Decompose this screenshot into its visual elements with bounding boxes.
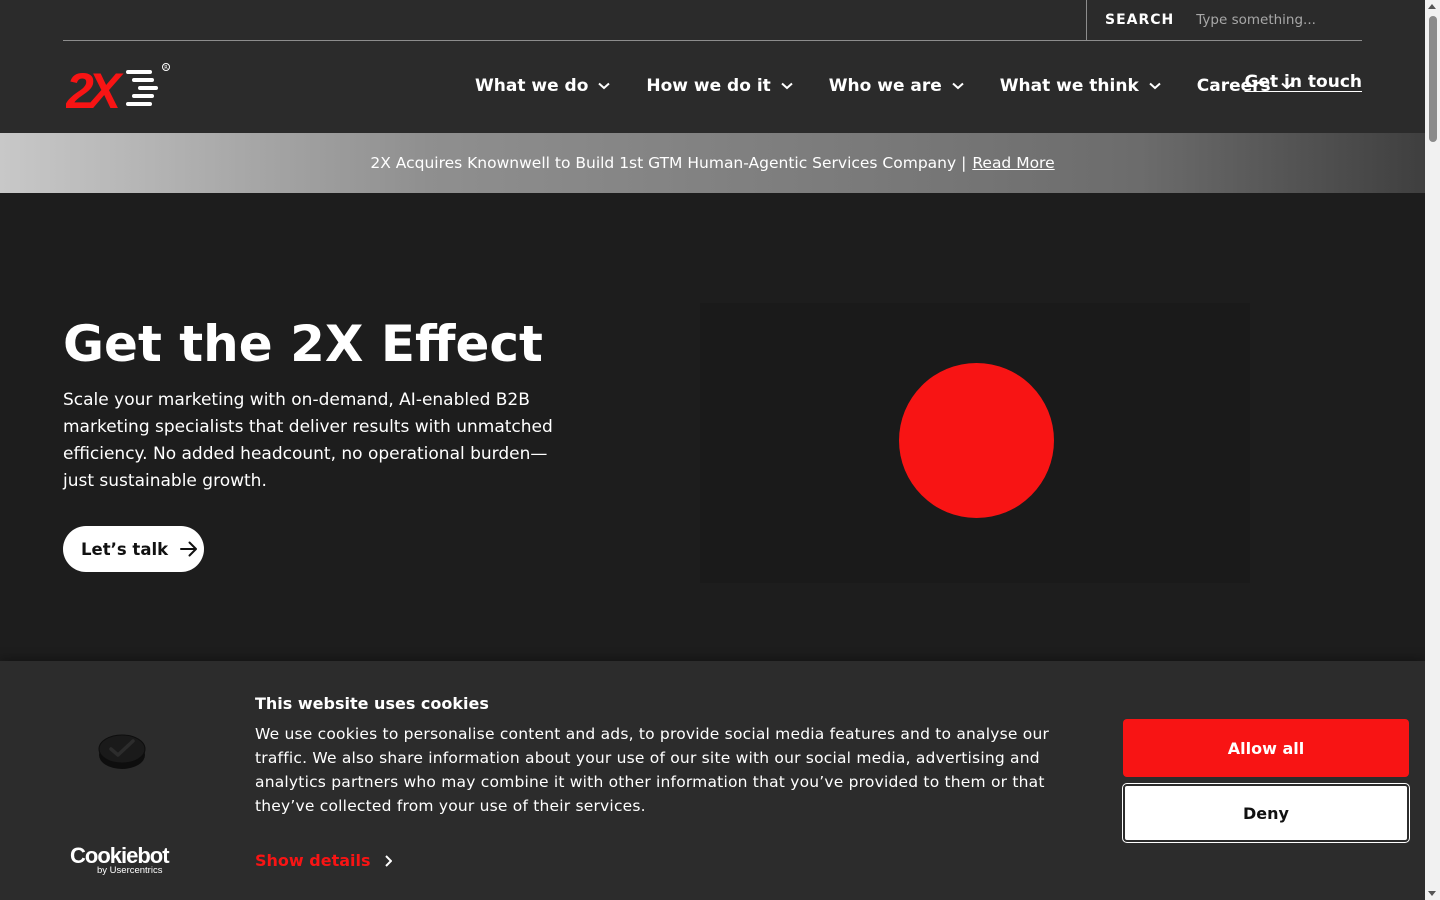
svg-text:R: R xyxy=(164,65,168,71)
chevron-right-icon xyxy=(384,854,392,867)
chevron-down-icon xyxy=(598,82,611,90)
nav-item-what-we-do[interactable]: What we do xyxy=(475,76,611,96)
read-more-link[interactable]: Read More xyxy=(972,154,1054,172)
nav-item-how-we-do-it[interactable]: How we do it xyxy=(646,76,793,96)
scroll-thumb[interactable] xyxy=(1429,16,1437,142)
cookie-body: We use cookies to personalise content an… xyxy=(255,725,1050,815)
show-details-link[interactable]: Show details xyxy=(255,851,392,870)
allow-all-button[interactable]: Allow all xyxy=(1123,719,1409,777)
nav-label: How we do it xyxy=(646,76,771,96)
chevron-down-icon xyxy=(781,82,793,90)
hero-section: Get the 2X Effect Scale your marketing w… xyxy=(0,193,1425,661)
nav-label: What we do xyxy=(475,76,589,96)
search-label: SEARCH xyxy=(1105,12,1175,28)
scroll-up-icon[interactable] xyxy=(1428,4,1436,9)
chevron-down-icon xyxy=(1149,82,1161,90)
red-circle-graphic xyxy=(899,363,1054,518)
nav-label: What we think xyxy=(999,76,1139,96)
logo-text: 2X xyxy=(66,63,124,112)
hero-title: Get the 2X Effect xyxy=(63,315,543,373)
cookie-title: This website uses cookies xyxy=(255,694,489,713)
main-nav: What we do How we do it Who we are What … xyxy=(475,72,1293,100)
search-input[interactable] xyxy=(1196,12,1357,28)
top-bar: SEARCH xyxy=(63,0,1362,41)
nav-item-who-we-are[interactable]: Who we are xyxy=(829,76,964,96)
nav-item-what-we-think[interactable]: What we think xyxy=(1000,76,1161,96)
cookiebot-byline: by Usercentrics xyxy=(97,865,163,876)
cookiebot-wordmark: Cookiebot xyxy=(70,843,170,868)
page-scrollbar[interactable] xyxy=(1425,0,1440,900)
lets-talk-button[interactable]: Let’s talk xyxy=(63,526,204,572)
cta-label: Let’s talk xyxy=(81,539,169,559)
cookie-icon xyxy=(98,734,146,769)
cookie-banner: Cookiebot by Usercentrics This website u… xyxy=(0,661,1425,900)
announcement-text: 2X Acquires Knownwell to Build 1st GTM H… xyxy=(370,154,967,172)
get-in-touch-link[interactable]: Get in touch xyxy=(1245,72,1362,92)
deny-button[interactable]: Deny xyxy=(1122,783,1410,843)
announcement-bar: 2X Acquires Knownwell to Build 1st GTM H… xyxy=(0,133,1425,193)
scroll-down-icon[interactable] xyxy=(1428,891,1436,896)
nav-label: Who we are xyxy=(828,76,942,96)
cookiebot-logo[interactable]: Cookiebot by Usercentrics xyxy=(70,845,174,877)
logo[interactable]: 2X R xyxy=(66,62,170,112)
search-box[interactable]: SEARCH xyxy=(1086,0,1362,40)
site-header: SEARCH 2X R What we do How we do it xyxy=(0,0,1425,133)
chevron-down-icon xyxy=(952,82,964,90)
show-details-label: Show details xyxy=(255,851,371,870)
arrow-right-icon xyxy=(180,541,198,557)
hero-subtitle: Scale your marketing with on-demand, AI-… xyxy=(63,390,553,491)
